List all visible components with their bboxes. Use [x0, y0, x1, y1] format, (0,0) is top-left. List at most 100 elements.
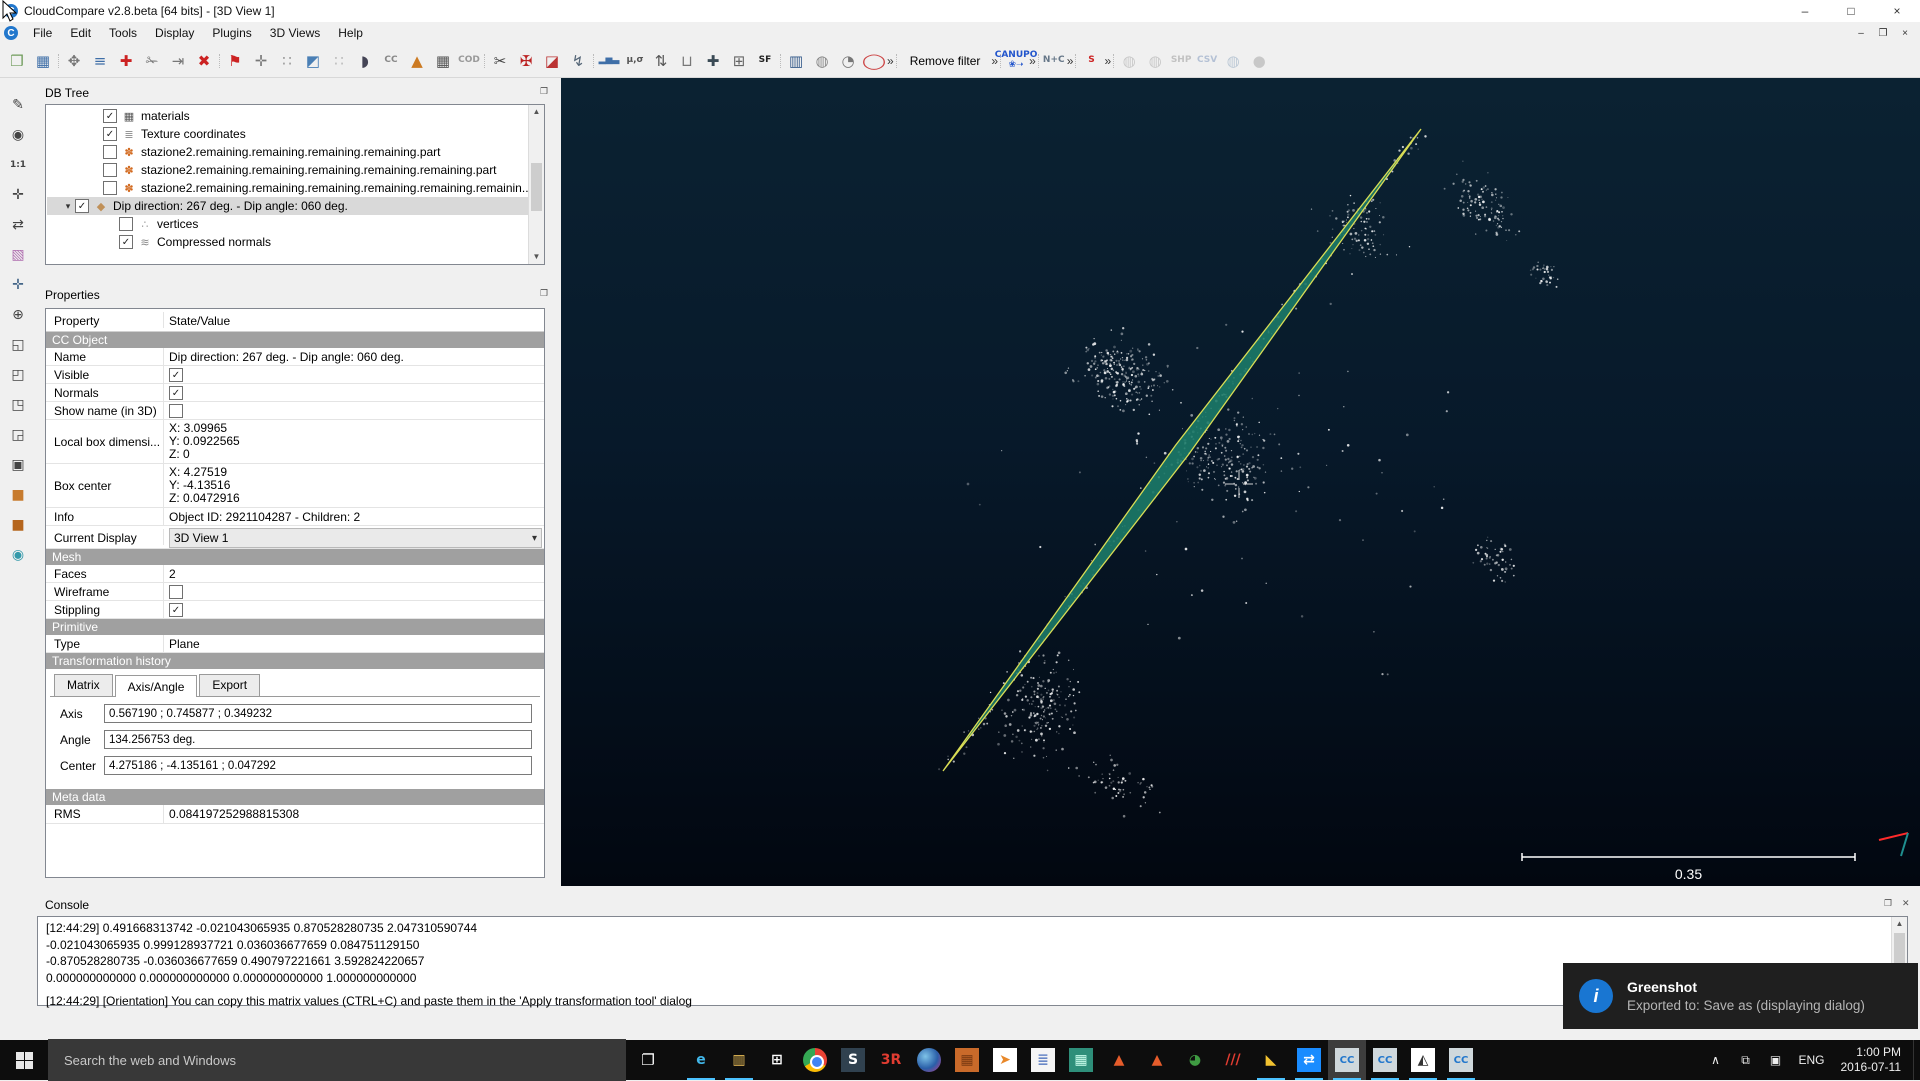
npc-icon[interactable]: N+C	[1041, 48, 1067, 74]
close-button[interactable]: ×	[1874, 0, 1920, 22]
pivot-icon[interactable]: ✛	[5, 182, 31, 208]
cod-icon[interactable]: COD	[456, 48, 482, 74]
menu-item[interactable]: 3D Views	[261, 22, 329, 44]
facets2-icon[interactable]: ◍	[1142, 48, 1168, 74]
property-checkbox[interactable]	[169, 386, 183, 400]
calculator-icon[interactable]: ⊞	[726, 48, 752, 74]
property-checkbox[interactable]	[169, 603, 183, 617]
zoom-icon[interactable]: ⊕	[5, 302, 31, 328]
field-input[interactable]: 134.256753 deg.	[104, 730, 532, 749]
task-view-button[interactable]: ❐	[626, 1040, 670, 1080]
minimize-button[interactable]: –	[1782, 0, 1828, 22]
console-float-icon[interactable]: ❐	[1884, 898, 1892, 909]
language-indicator[interactable]: ENG	[1798, 1053, 1824, 1067]
hull-icon[interactable]: ◍	[809, 48, 835, 74]
field-input[interactable]: 4.275186 ; -4.135161 ; 0.047292	[104, 756, 532, 775]
point-picking-icon[interactable]: ⚑	[222, 48, 248, 74]
view-left-icon[interactable]: ◳	[5, 392, 31, 418]
transform-tab[interactable]: Matrix	[54, 674, 113, 696]
taskbar-cloudcompare-active[interactable]: CC	[1328, 1040, 1366, 1080]
segment-icon[interactable]: ∷	[274, 48, 300, 74]
mdi-minimize-button[interactable]: –	[1850, 23, 1872, 43]
view-front-icon[interactable]: ◰	[5, 362, 31, 388]
tree-item[interactable]: vertices	[47, 215, 528, 233]
apply-transformation-icon[interactable]: ⇥	[165, 48, 191, 74]
db-tree-float-icon[interactable]: ❐	[540, 86, 548, 97]
taskbar-clock[interactable]: 1:00 PM 2016-07-11	[1841, 1045, 1902, 1075]
visibility-checkbox[interactable]	[103, 181, 117, 195]
properties-float-icon[interactable]: ❐	[540, 288, 548, 299]
taskbar-cloudcompare-3[interactable]: CC	[1442, 1040, 1480, 1080]
sphere-icon[interactable]: ●	[1246, 48, 1272, 74]
view-top-icon[interactable]: ◱	[5, 332, 31, 358]
taskbar-mesh-app[interactable]: ◣	[1252, 1040, 1290, 1080]
view-right-icon[interactable]: ◲	[5, 422, 31, 448]
db-tree-scrollbar[interactable]: ▲ ▼	[528, 105, 544, 264]
globe-icon[interactable]: ◍	[1220, 48, 1246, 74]
property-checkbox[interactable]	[169, 585, 183, 599]
visibility-checkbox[interactable]	[119, 217, 133, 231]
taskbar-sphere-app[interactable]	[910, 1040, 948, 1080]
menu-item[interactable]: File	[24, 22, 61, 44]
taskbar-doc-app[interactable]: ➤	[986, 1040, 1024, 1080]
subsample-icon[interactable]: ✁	[139, 48, 165, 74]
tree-item[interactable]: Texture coordinates	[47, 125, 528, 143]
normals-icon[interactable]: ◗	[352, 48, 378, 74]
menu-item[interactable]: Display	[146, 22, 203, 44]
add-sf-icon[interactable]: ✚	[700, 48, 726, 74]
save-icon[interactable]: ▦	[30, 48, 56, 74]
palette-icon[interactable]: ▧	[5, 242, 31, 268]
min-max-icon[interactable]: ⇅	[648, 48, 674, 74]
sf-icon[interactable]: SF	[752, 48, 778, 74]
shp-export-icon[interactable]: SHP	[1168, 48, 1194, 74]
delete-icon[interactable]: ✖	[191, 48, 217, 74]
pick-point-icon[interactable]: ✛	[5, 272, 31, 298]
taskbar-slashes-app[interactable]: ///	[1214, 1040, 1252, 1080]
visibility-checkbox[interactable]	[75, 199, 89, 213]
scroll-up-icon[interactable]: ▲	[529, 105, 544, 119]
primitive-factory-icon[interactable]: ▲	[404, 48, 430, 74]
taskbar-3d-app[interactable]: 3R	[872, 1040, 910, 1080]
taskbar-matlab-1[interactable]: ▲	[1100, 1040, 1138, 1080]
network-icon[interactable]: ⧉	[1730, 1053, 1760, 1068]
visibility-checkbox[interactable]	[103, 145, 117, 159]
taskbar-chrome[interactable]	[796, 1040, 834, 1080]
resample-icon[interactable]: ∷	[326, 48, 352, 74]
tree-item[interactable]: materials	[47, 107, 528, 125]
menu-item[interactable]: Tools	[100, 22, 146, 44]
expander-icon[interactable]: ▾	[61, 201, 75, 212]
cross-section-icon[interactable]: ◪	[539, 48, 565, 74]
3d-viewport[interactable]: 0.35	[561, 78, 1920, 886]
tree-item[interactable]: stazione2.remaining.remaining.remaining.…	[47, 179, 528, 197]
greenshot-notification[interactable]: i Greenshot Exported to: Save as (displa…	[1563, 963, 1918, 1029]
translate-rotate-icon[interactable]: ✛	[248, 48, 274, 74]
visibility-checkbox[interactable]	[119, 235, 133, 249]
toolbar-overflow-chevron[interactable]: »	[1104, 54, 1111, 68]
taskbar-edge[interactable]: e	[682, 1040, 720, 1080]
lightning-icon[interactable]: ↯	[565, 48, 591, 74]
taskbar-store[interactable]: ⊞	[758, 1040, 796, 1080]
taskbar-search-input[interactable]	[48, 1039, 626, 1081]
tree-item[interactable]: Compressed normals	[47, 233, 528, 251]
s-curve-icon[interactable]: S	[1078, 48, 1104, 74]
edit-icon[interactable]: ✎	[5, 92, 31, 118]
remove-filter-button[interactable]: Remove filter	[899, 49, 992, 73]
taskbar-gis-app[interactable]: ▦	[1062, 1040, 1100, 1080]
show-desktop-button[interactable]	[1913, 1040, 1920, 1080]
tray-chevron-icon[interactable]: ∧	[1700, 1053, 1730, 1067]
texture-checker-icon[interactable]: ▦	[430, 48, 456, 74]
tree-item[interactable]: ▾ Dip direction: 267 deg. - Dip angle: 0…	[47, 197, 528, 215]
maximize-button[interactable]: □	[1828, 0, 1874, 22]
merge-icon[interactable]: ✚	[113, 48, 139, 74]
scrollbar-thumb[interactable]	[531, 163, 542, 211]
start-button[interactable]	[0, 1040, 48, 1080]
property-checkbox[interactable]	[169, 404, 183, 418]
tree-item[interactable]: stazione2.remaining.remaining.remaining.…	[47, 161, 528, 179]
mdi-restore-button[interactable]: ❐	[1872, 23, 1894, 43]
taskbar-s-app[interactable]: S	[834, 1040, 872, 1080]
action-center-icon[interactable]: ▣	[1760, 1053, 1790, 1067]
taskbar-arcgis[interactable]: ◕	[1176, 1040, 1214, 1080]
statistics-icon[interactable]: µ,σ	[622, 48, 648, 74]
taskbar-photos[interactable]: ◭	[1404, 1040, 1442, 1080]
scroll-down-icon[interactable]: ▼	[529, 250, 544, 264]
